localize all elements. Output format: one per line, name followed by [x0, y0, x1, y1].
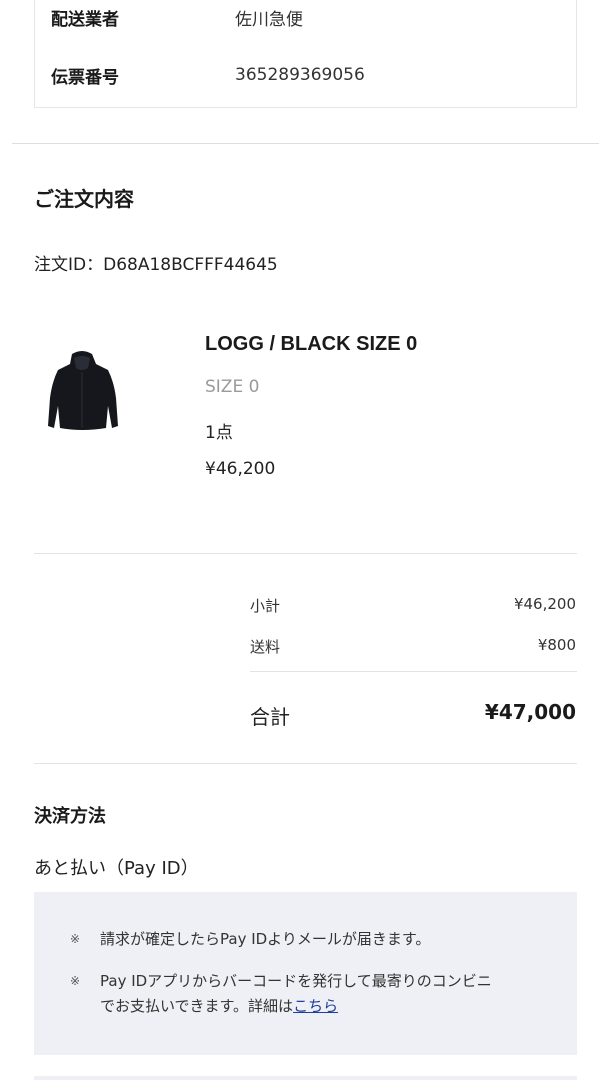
product-quantity: 1点	[205, 423, 233, 443]
product-price: ¥46,200	[205, 459, 276, 479]
total-label: 合計	[250, 705, 290, 729]
tracking-label: 伝票番号	[51, 67, 119, 88]
note-mark: ※	[70, 974, 81, 988]
payment-note-box: ※ 請求が確定したらPay IDよりメールが届きます。 ※ Pay IDアプリか…	[34, 892, 577, 1055]
payment-note-2-line1: Pay IDアプリからバーコードを発行して最寄りのコンビニ	[100, 972, 492, 990]
order-section-title: ご注文内容	[34, 187, 134, 211]
note-mark: ※	[70, 932, 81, 946]
section-divider	[12, 143, 599, 144]
shipping-info-box: 配送業者 佐川急便 伝票番号 365289369056	[34, 0, 577, 108]
total-value: ¥47,000	[484, 700, 576, 724]
carrier-value: 佐川急便	[235, 9, 303, 30]
product-thumbnail[interactable]	[42, 348, 122, 434]
payment-note-1-text: 請求が確定したらPay IDよりメールが届きます。	[100, 930, 431, 948]
summary-divider	[250, 671, 577, 672]
payment-method: あと払い（Pay ID）	[34, 858, 199, 879]
items-divider	[34, 553, 577, 554]
subtotal-value: ¥46,200	[513, 595, 576, 613]
tracking-number: 365289369056	[235, 65, 365, 85]
carrier-row: 配送業者 佐川急便	[51, 5, 303, 30]
details-link[interactable]: こちら	[293, 997, 338, 1015]
tracking-row: 伝票番号 365289369056	[51, 63, 365, 88]
payment-note-2: ※ Pay IDアプリからバーコードを発行して最寄りのコンビニ でお支払いできま…	[70, 969, 570, 1019]
black-hooded-jacket-image	[48, 351, 118, 430]
payment-note-2-line2: でお支払いできます。詳細は	[100, 997, 294, 1015]
subtotal-label: 小計	[250, 597, 281, 615]
payment-section-title: 決済方法	[34, 806, 106, 827]
product-size: SIZE 0	[205, 377, 260, 397]
summary-bottom-divider	[34, 763, 577, 764]
product-name[interactable]: LOGG / BLACK SIZE 0	[205, 333, 417, 356]
payment-note-1: ※ 請求が確定したらPay IDよりメールが届きます。	[70, 927, 570, 952]
shipping-fee-label: 送料	[250, 638, 281, 656]
carrier-label: 配送業者	[51, 9, 119, 30]
next-section-box	[34, 1076, 577, 1080]
order-id: 注文ID：D68A18BCFFF44645	[34, 255, 278, 275]
shipping-fee-value: ¥800	[537, 636, 576, 654]
